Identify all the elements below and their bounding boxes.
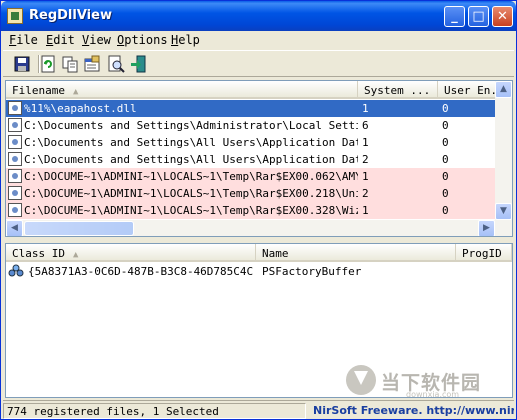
window-title: RegDllView: [29, 8, 112, 23]
system-cell: 1: [362, 136, 369, 149]
files-list[interactable]: Filename ▲ System ... User En... %11%\eap…: [5, 80, 513, 237]
file-row[interactable]: C:\DOCUME~1\ADMINI~1\LOCALS~1\Temp\Rar$E…: [6, 185, 496, 202]
com-class-icon: [8, 264, 24, 277]
app-icon: [7, 8, 23, 24]
file-row[interactable]: C:\DOCUME~1\ADMINI~1\LOCALS~1\Temp\Rar$E…: [6, 202, 496, 219]
maximize-button[interactable]: □: [468, 6, 489, 27]
column-header-name[interactable]: Name: [256, 244, 456, 262]
scroll-left-button[interactable]: ◀: [6, 220, 23, 236]
status-file-count: 774 registered files, 1 Selected: [3, 403, 306, 419]
column-header-filename-label: Filename: [12, 84, 65, 97]
system-cell: 1: [362, 170, 369, 183]
close-button[interactable]: ✕: [492, 6, 513, 27]
scroll-up-button[interactable]: ▲: [495, 81, 512, 98]
dll-file-icon: [8, 169, 22, 183]
title-bar[interactable]: RegDllView _ □ ✕: [1, 1, 516, 31]
app-window: RegDllView _ □ ✕ File Edit View Options …: [0, 0, 517, 420]
system-cell: 6: [362, 119, 369, 132]
filename-cell: C:\DOCUME~1\ADMINI~1\LOCALS~1\Temp\Rar$E…: [24, 187, 358, 200]
watermark-logo-icon: [346, 365, 376, 395]
filename-cell: C:\Documents and Settings\All Users\Appl…: [24, 153, 358, 166]
menu-edit-label: dit: [53, 33, 75, 47]
column-header-system[interactable]: System ...: [358, 81, 438, 99]
scroll-right-button[interactable]: ▶: [478, 220, 495, 236]
exit-icon[interactable]: [129, 55, 147, 73]
status-bar: 774 registered files, 1 Selected NirSoft…: [3, 400, 514, 419]
column-header-name-label: Name: [262, 247, 289, 260]
minimize-button[interactable]: _: [444, 6, 465, 27]
search-icon[interactable]: [107, 55, 125, 73]
menu-help-label: elp: [178, 33, 200, 47]
user-cell: 0: [442, 153, 449, 166]
system-cell: 2: [362, 187, 369, 200]
column-header-user[interactable]: User En...: [438, 81, 496, 99]
menu-options[interactable]: Options: [117, 33, 168, 47]
toolbar: [3, 50, 514, 77]
column-header-system-label: System ...: [364, 84, 431, 97]
menu-file-label: ile: [16, 33, 38, 47]
menu-help[interactable]: Help: [171, 33, 200, 47]
save-icon[interactable]: [13, 55, 31, 73]
file-row[interactable]: C:\Documents and Settings\Administrator\…: [6, 117, 496, 134]
column-header-user-label: User En...: [444, 84, 495, 97]
column-header-filename[interactable]: Filename ▲: [6, 81, 358, 99]
class-name-cell: PSFactoryBuffer: [262, 265, 362, 278]
pane-splitter[interactable]: [3, 237, 514, 242]
user-cell: 0: [442, 204, 449, 217]
class-row[interactable]: {5A8371A3-0C6D-487B-B3C8-46D785C4C... PS…: [6, 263, 512, 280]
menu-view-label: iew: [89, 33, 111, 47]
scroll-thumb[interactable]: [24, 221, 134, 236]
column-header-class-id[interactable]: Class ID ▲: [6, 244, 256, 262]
menu-view[interactable]: View: [82, 33, 111, 47]
dll-file-icon: [8, 203, 22, 217]
filename-cell: %11%\eapahost.dll: [24, 102, 137, 115]
scroll-down-button[interactable]: ▼: [495, 203, 512, 220]
file-row[interactable]: C:\DOCUME~1\ADMINI~1\LOCALS~1\Temp\Rar$E…: [6, 168, 496, 185]
column-header-progid[interactable]: ProgID: [456, 244, 512, 262]
system-cell: 1: [362, 102, 369, 115]
system-cell: 2: [362, 153, 369, 166]
filename-cell: C:\DOCUME~1\ADMINI~1\LOCALS~1\Temp\Rar$E…: [24, 204, 358, 217]
dll-file-icon: [8, 118, 22, 132]
dll-file-icon: [8, 101, 22, 115]
watermark-url: downxia.com: [406, 390, 460, 399]
filename-cell: C:\DOCUME~1\ADMINI~1\LOCALS~1\Temp\Rar$E…: [24, 170, 358, 183]
menu-bar: File Edit View Options Help: [3, 31, 514, 49]
sort-arrow-icon: ▲: [72, 87, 79, 97]
dll-file-icon: [8, 152, 22, 166]
menu-edit[interactable]: Edit: [46, 33, 75, 47]
user-cell: 0: [442, 170, 449, 183]
user-cell: 0: [442, 187, 449, 200]
filename-cell: C:\Documents and Settings\All Users\Appl…: [24, 136, 358, 149]
menu-options-label: ptions: [124, 33, 168, 47]
user-cell: 0: [442, 119, 449, 132]
dll-file-icon: [8, 186, 22, 200]
file-row[interactable]: C:\Documents and Settings\All Users\Appl…: [6, 134, 496, 151]
refresh-icon[interactable]: [39, 55, 57, 73]
copy-icon[interactable]: [61, 55, 79, 73]
column-header-class-id-label: Class ID: [12, 247, 65, 260]
dll-file-icon: [8, 135, 22, 149]
files-horizontal-scrollbar[interactable]: ◀ ▶: [6, 220, 512, 236]
files-vertical-scrollbar[interactable]: ▲ ▼: [495, 81, 512, 220]
system-cell: 1: [362, 204, 369, 217]
sort-arrow-icon: ▲: [72, 250, 79, 260]
class-id-cell: {5A8371A3-0C6D-487B-B3C8-46D785C4C...: [28, 265, 254, 278]
column-header-progid-label: ProgID: [462, 247, 502, 260]
user-cell: 0: [442, 102, 449, 115]
menu-file[interactable]: File: [9, 33, 38, 47]
user-cell: 0: [442, 136, 449, 149]
properties-icon[interactable]: [83, 55, 101, 73]
filename-cell: C:\Documents and Settings\Administrator\…: [24, 119, 358, 132]
file-row[interactable]: %11%\eapahost.dll 1 0: [6, 100, 496, 117]
file-row[interactable]: C:\Documents and Settings\All Users\Appl…: [6, 151, 496, 168]
status-nirsoft-link[interactable]: NirSoft Freeware. http://www.nirsoft: [310, 403, 514, 419]
